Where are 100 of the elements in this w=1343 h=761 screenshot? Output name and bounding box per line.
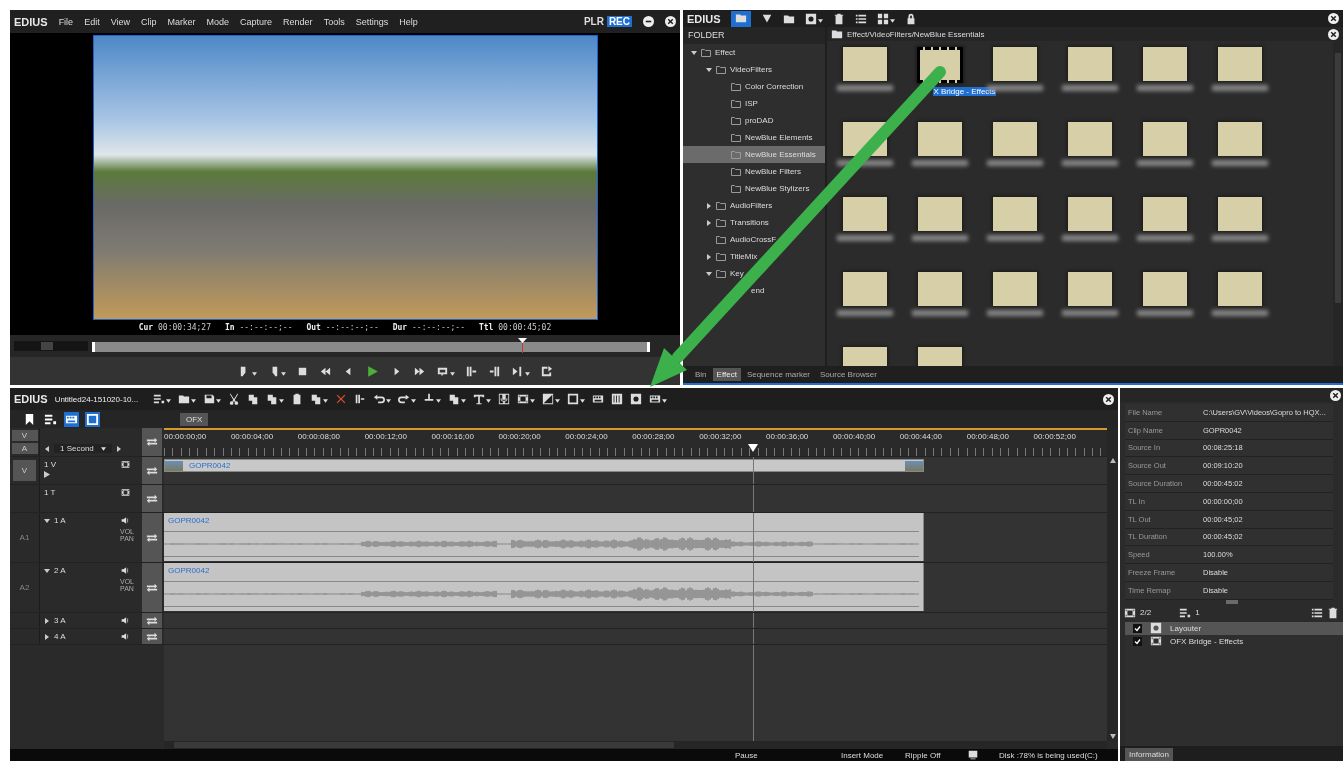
scroll-down-icon[interactable] xyxy=(1109,734,1116,739)
shuttle-slider[interactable] xyxy=(14,341,88,351)
effect-thumbnail[interactable] xyxy=(1217,47,1262,81)
monitor-icon[interactable] xyxy=(967,749,979,761)
track-toggle-icon[interactable] xyxy=(121,488,130,497)
keyframe-list-icon[interactable] xyxy=(1179,606,1192,619)
speaker-icon[interactable] xyxy=(121,632,130,641)
effect-thumbnail[interactable] xyxy=(842,272,887,306)
effect-thumbnail[interactable] xyxy=(917,122,962,156)
folder-tree-item[interactable]: Key xyxy=(683,265,825,282)
caret-icon[interactable] xyxy=(411,399,417,403)
menu-item[interactable]: View xyxy=(110,16,130,27)
grid-icon[interactable] xyxy=(876,12,889,25)
menu-item[interactable]: Capture xyxy=(240,16,273,27)
caret-icon[interactable] xyxy=(461,399,467,403)
redo-icon[interactable] xyxy=(398,393,411,405)
folder-tree-item[interactable]: Color Correction xyxy=(683,78,825,95)
collapse-triangle-icon[interactable] xyxy=(706,270,712,277)
close-icon[interactable] xyxy=(1330,389,1341,401)
caret-icon[interactable] xyxy=(530,399,536,403)
expand-triangle-icon[interactable] xyxy=(44,634,50,640)
menu-item[interactable]: Clip xyxy=(141,16,157,27)
undo-icon[interactable] xyxy=(373,393,386,405)
expand-triangle-icon[interactable] xyxy=(44,618,50,624)
folder-tree-item[interactable]: Effect xyxy=(683,44,825,61)
close-icon[interactable] xyxy=(1328,13,1339,24)
effect-thumbnail[interactable] xyxy=(917,272,962,306)
track-switch[interactable]: A xyxy=(11,443,38,454)
speaker-icon[interactable] xyxy=(121,516,130,525)
position-marker[interactable] xyxy=(517,338,527,353)
time-ruler[interactable]: 00:00:00;00 00:00:04;00 00:00:08;00 00:00:12;00 00:00:16;00 00:00:20;00 00:00:24;00 00:00:28;00 00:00:32;00 00:00:36;00 00:00:40;00 00:00:44;00 00:00:48;00 00:00:52;00 xyxy=(164,428,1107,456)
effect-thumbnail[interactable] xyxy=(1067,272,1112,306)
x-icon[interactable] xyxy=(335,393,348,405)
track-toggle-icon[interactable] xyxy=(121,460,130,469)
sequence-tab[interactable]: OFX xyxy=(180,412,209,426)
caret-icon[interactable] xyxy=(191,399,197,403)
bracket-icon[interactable] xyxy=(354,393,367,405)
copy-icon[interactable] xyxy=(247,393,260,405)
clip-icon[interactable] xyxy=(1124,606,1136,619)
caret-icon[interactable] xyxy=(436,399,442,403)
scale-dropdown[interactable]: 1 Second xyxy=(54,444,112,453)
folder-tree-item[interactable]: NewBlue Elements xyxy=(683,129,825,146)
mode-toggle[interactable]: PLR xyxy=(581,16,606,27)
caret-icon[interactable] xyxy=(555,399,561,403)
panel-tab[interactable]: Source Browser xyxy=(816,368,881,381)
effect-thumbnail[interactable] xyxy=(1142,197,1187,231)
folder-tree-item[interactable]: VideoFilters xyxy=(683,61,825,78)
expand-triangle-icon[interactable] xyxy=(706,253,712,260)
folder-tree-item[interactable]: NewBlue Stylizers xyxy=(683,180,825,197)
close-icon[interactable] xyxy=(1103,393,1114,405)
seek-icon[interactable] xyxy=(510,364,524,378)
speaker-icon[interactable] xyxy=(121,616,130,625)
effect-thumbnail[interactable] xyxy=(992,122,1037,156)
collapse-triangle-icon[interactable] xyxy=(706,66,712,73)
caret-icon[interactable] xyxy=(449,371,455,376)
folder-tree-item[interactable]: NewBlue Filters xyxy=(683,163,825,180)
effect-thumbnail[interactable] xyxy=(842,47,887,81)
expand-triangle-icon[interactable] xyxy=(706,202,712,209)
checkbox[interactable] xyxy=(1133,623,1142,633)
minimize-icon[interactable] xyxy=(643,16,654,27)
menu-item[interactable]: Tools xyxy=(323,16,345,27)
horizontal-scrollbar[interactable] xyxy=(164,741,1107,749)
keyboard-icon[interactable] xyxy=(649,393,662,405)
position-slider[interactable] xyxy=(92,338,650,354)
menu-item[interactable]: Render xyxy=(283,16,313,27)
effect-layer[interactable]: OFX Bridge - Effects xyxy=(1125,634,1343,648)
close-icon[interactable] xyxy=(665,16,676,27)
expand-triangle-icon[interactable] xyxy=(706,219,712,226)
effect-thumbnail[interactable] xyxy=(1217,122,1262,156)
right-triangle-icon[interactable] xyxy=(115,445,122,452)
panel-tab[interactable]: Information xyxy=(1125,748,1174,761)
panel-tab[interactable]: Sequence marker xyxy=(742,368,815,381)
menu-item[interactable]: Help xyxy=(399,16,418,27)
playhead-marker[interactable] xyxy=(748,444,759,452)
menu-item[interactable]: Settings xyxy=(355,16,389,27)
track-header[interactable]: 3 A xyxy=(40,613,140,628)
menu-item[interactable]: Marker xyxy=(167,16,196,27)
track-switch[interactable]: V xyxy=(11,430,38,441)
track-header[interactable]: 1 V xyxy=(40,457,140,484)
folder-icon[interactable] xyxy=(178,393,191,405)
effect-icon[interactable] xyxy=(1150,635,1162,648)
vertical-scrollbar[interactable] xyxy=(1107,428,1118,741)
caret-icon[interactable] xyxy=(216,399,222,403)
track-header[interactable]: 1 T xyxy=(40,485,140,512)
effect-thumbnail[interactable] xyxy=(917,197,962,231)
resize-handle[interactable] xyxy=(1225,599,1238,604)
effect-thumbnail[interactable] xyxy=(992,47,1037,81)
effect-thumbnail[interactable] xyxy=(842,197,887,231)
folder-tree-item[interactable]: Transitions xyxy=(683,214,825,231)
keyboard-icon[interactable] xyxy=(592,393,605,405)
caret-icon[interactable] xyxy=(279,399,285,403)
effect-icon[interactable] xyxy=(1150,622,1162,635)
folder-tree-item[interactable]: end xyxy=(683,282,825,299)
sync-button[interactable] xyxy=(142,485,162,512)
collapse-triangle-icon[interactable] xyxy=(44,568,50,574)
folder-tree-item[interactable]: TitleMix xyxy=(683,248,825,265)
sync-button[interactable] xyxy=(142,613,162,628)
speaker-icon[interactable] xyxy=(121,566,130,575)
folder-tree-item[interactable]: ISP xyxy=(683,95,825,112)
list-icon[interactable] xyxy=(1311,606,1323,619)
